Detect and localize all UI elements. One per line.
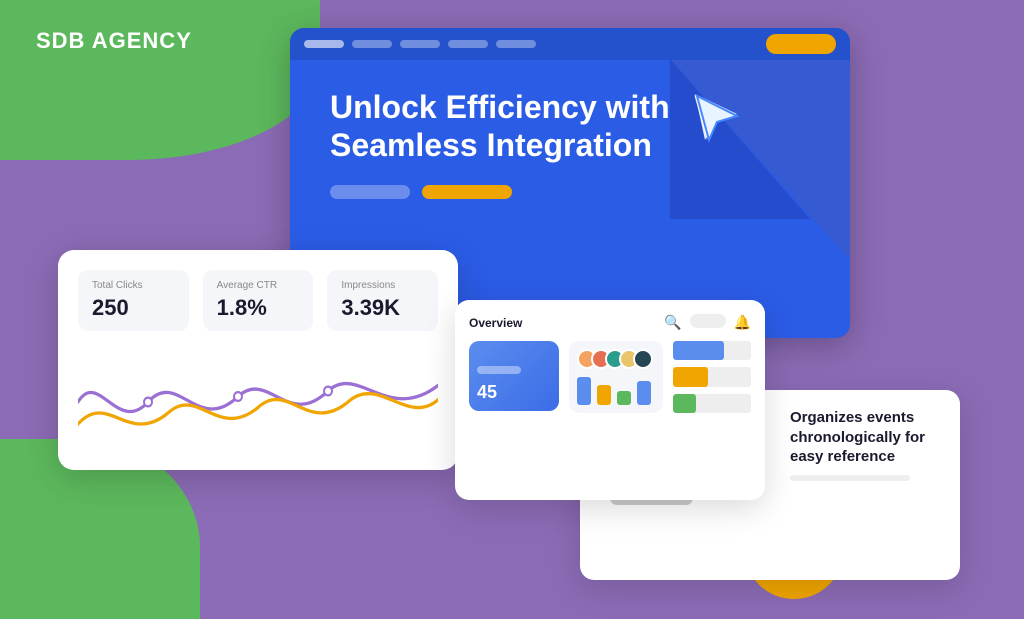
progress-bar-bg-2 [673,367,751,386]
stat-label-impressions: Impressions [341,280,424,291]
analytics-card: Total Clicks 250 Average CTR 1.8% Impres… [58,250,458,470]
agency-logo: SDB AGENCY [36,28,192,54]
mini-bar-1 [577,377,591,405]
cursor-icon [687,88,742,143]
overview-card: Overview 🔍 🔔 45 [455,300,765,500]
mini-bar-2 [597,385,611,405]
stat-value-clicks: 250 [92,295,175,321]
mini-bar-3 [617,391,631,405]
overview-topbar: Overview 🔍 🔔 [469,314,751,331]
nav-pill-5 [496,40,536,48]
mini-bar-row [577,377,655,405]
wave-chart [78,347,438,457]
stats-row: Total Clicks 250 Average CTR 1.8% Impres… [78,270,438,331]
stat-value-impressions: 3.39K [341,295,424,321]
mini-card-number: 45 [477,382,551,403]
bell-icon[interactable]: 🔔 [734,314,751,331]
nav-pill-4 [448,40,488,48]
mini-bar-top [477,366,521,374]
progress-bar-fill-3 [673,394,696,413]
stat-label-ctr: Average CTR [217,280,300,291]
nav-pill-3 [400,40,440,48]
timeline-subline [790,475,910,481]
progress-bar-fill-2 [673,367,708,386]
nav-pill-2 [352,40,392,48]
mini-card-right [569,341,663,413]
avatar-row [577,349,655,369]
stat-total-clicks: Total Clicks 250 [78,270,189,331]
toggle-switch[interactable] [690,314,726,328]
overview-icons: 🔍 🔔 [664,314,751,331]
progress-bar-fill-1 [673,341,724,360]
overview-title: Overview [469,316,522,330]
overview-content: 45 [469,341,751,413]
browser-content: Unlock Efficiency with Seamless Integrat… [290,60,850,219]
stat-label-clicks: Total Clicks [92,280,175,291]
progress-bar-bg-3 [673,394,751,413]
browser-topbar [290,28,850,60]
mini-bar-4 [637,381,651,405]
stat-impressions: Impressions 3.39K [327,270,438,331]
avatar-5 [633,349,653,369]
search-icon[interactable]: 🔍 [664,314,681,331]
nav-pill-1 [304,40,344,48]
stat-value-ctr: 1.8% [217,295,300,321]
sub-pill-orange[interactable] [422,185,512,199]
progress-bar-bg-1 [673,341,751,360]
mini-card-blue: 45 [469,341,559,411]
sub-pill-grey [330,185,410,199]
timeline-headline: Organizes events chronologically for eas… [790,408,938,467]
stat-avg-ctr: Average CTR 1.8% [203,270,314,331]
timeline-text: Organizes events chronologically for eas… [778,408,938,505]
cta-button-orange[interactable] [766,34,836,54]
progress-col [673,341,751,413]
